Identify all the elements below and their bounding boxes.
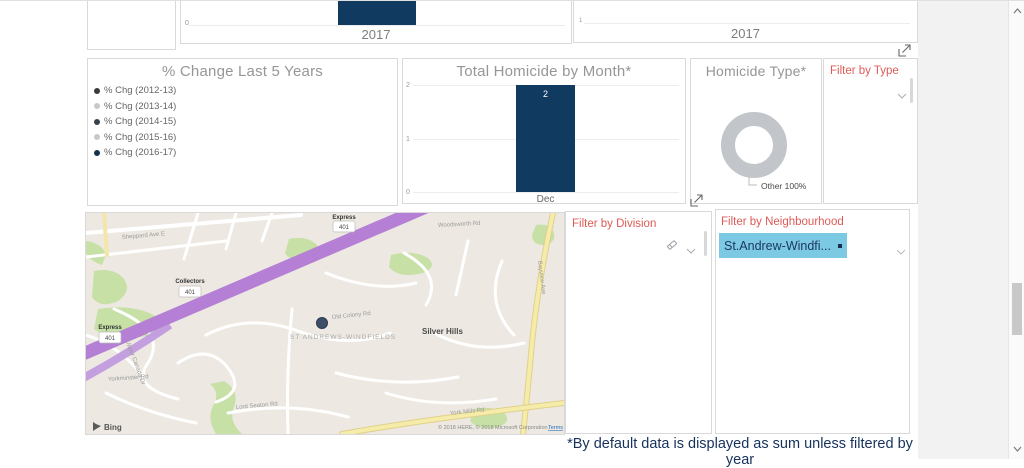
- shield-number: 401: [185, 290, 196, 296]
- x-axis-label: Dec: [516, 194, 575, 205]
- top-right-chart-panel: 1 2017: [573, 1, 918, 43]
- chart-title: Total Homicide by Month*: [403, 59, 685, 80]
- map-panel: Sheppard Ave E Woodsworth Rd Old Colony …: [85, 212, 565, 435]
- bar-2017[interactable]: [338, 1, 416, 25]
- shield-road-label: Express: [332, 215, 356, 221]
- top-left-stub-panel: [87, 1, 176, 50]
- y-tick: 0: [406, 189, 410, 196]
- footer-note: *By default data is displayed as sum unl…: [565, 436, 915, 468]
- slicer-scrollbar[interactable]: [704, 231, 707, 256]
- legend-item[interactable]: % Chg (2015-16): [88, 130, 397, 146]
- shield-road-label: Collectors: [175, 279, 205, 285]
- filter-by-neighbourhood-panel: Filter by Neighbourhood St.Andrew-Windfi…: [715, 209, 910, 434]
- right-margin: [918, 1, 1008, 459]
- legend-item[interactable]: % Chg (2014-15): [88, 114, 397, 130]
- pct-change-panel: % Change Last 5 Years % Chg (2012-13) % …: [87, 58, 398, 206]
- legend-bullet-icon: [94, 150, 100, 156]
- x-axis-label: 2017: [181, 27, 571, 42]
- legend-label: % Chg (2016-17): [104, 147, 176, 158]
- scroll-down-icon[interactable]: [1009, 441, 1024, 457]
- chevron-down-icon[interactable]: [897, 86, 907, 104]
- chart-title: % Change Last 5 Years: [88, 59, 397, 80]
- legend-label: % Chg (2015-16): [104, 132, 176, 143]
- donut-chart[interactable]: [691, 87, 821, 187]
- focus-mode-icon[interactable]: [689, 193, 705, 209]
- homicide-type-panel: Homicide Type* Other 100%: [690, 58, 822, 204]
- chevron-down-icon[interactable]: [896, 242, 906, 260]
- vertical-scrollbar[interactable]: [1008, 1, 1024, 459]
- legend-item[interactable]: % Chg (2012-13): [88, 83, 397, 99]
- legend-item[interactable]: % Chg (2016-17): [88, 145, 397, 161]
- legend-bullet-icon: [94, 103, 100, 109]
- bing-wordmark: Bing: [104, 423, 122, 432]
- map-terms-link[interactable]: Terms: [548, 425, 563, 431]
- bing-map[interactable]: Sheppard Ave E Woodsworth Rd Old Colony …: [86, 213, 564, 434]
- shield-number: 401: [105, 336, 116, 342]
- eraser-icon[interactable]: [666, 238, 678, 256]
- slicer-title: Filter by Division: [566, 212, 711, 230]
- shield-road-label: Express: [98, 325, 122, 331]
- legend: % Chg (2012-13) % Chg (2013-14) % Chg (2…: [88, 83, 397, 161]
- y-tick: 2: [406, 82, 410, 89]
- leader-line: [749, 177, 757, 185]
- homicide-by-month-panel: Total Homicide by Month* 2 1 0 2 Dec: [402, 58, 686, 204]
- district-label: Silver Hills: [422, 327, 463, 336]
- chevron-down-icon[interactable]: [686, 241, 696, 259]
- dashboard-canvas: 0 2017 1 2017 % Change Last 5 Years % Ch…: [0, 0, 1024, 458]
- chart-title: Homicide Type*: [691, 59, 821, 79]
- legend-label: % Chg (2014-15): [104, 116, 176, 127]
- slicer-title: Filter by Type: [824, 59, 917, 77]
- selected-neighbourhood-chip[interactable]: St.Andrew-Windfi...: [719, 233, 847, 258]
- scrollbar-thumb[interactable]: [1012, 283, 1022, 335]
- top-mid-chart-panel: 0 2017: [180, 1, 572, 44]
- map-attribution: © 2018 HERE, © 2018 Microsoft Corporatio…: [438, 424, 548, 431]
- donut-slice-other[interactable]: [728, 119, 780, 171]
- y-tick: 1: [579, 18, 582, 25]
- y-tick: 0: [185, 20, 189, 27]
- legend-label: % Chg (2012-13): [104, 85, 176, 96]
- slicer-title: Filter by Neighbourhood: [716, 210, 909, 228]
- scroll-up-icon[interactable]: [1009, 3, 1024, 19]
- map-marker[interactable]: [317, 318, 328, 329]
- remove-selection-icon[interactable]: [838, 244, 842, 248]
- focus-mode-icon[interactable]: [897, 43, 913, 59]
- selected-value: St.Andrew-Windfi...: [724, 239, 830, 253]
- legend-bullet-icon: [94, 88, 100, 94]
- y-tick: 1: [406, 136, 410, 143]
- legend-bullet-icon: [94, 134, 100, 140]
- legend-bullet-icon: [94, 119, 100, 125]
- shield-number: 401: [339, 225, 350, 231]
- legend-item[interactable]: % Chg (2013-14): [88, 99, 397, 115]
- filter-by-division-panel: Filter by Division: [565, 211, 712, 434]
- legend-label: % Chg (2013-14): [104, 101, 176, 112]
- x-axis-label: 2017: [574, 26, 917, 41]
- slicer-scrollbar[interactable]: [910, 78, 913, 103]
- filter-by-type-panel: Filter by Type: [823, 58, 918, 204]
- bar-data-label: 2: [516, 89, 575, 99]
- slice-label: Other 100%: [761, 181, 806, 191]
- bar-dec[interactable]: 2: [516, 85, 575, 192]
- neighbourhood-label: ST ANDREWS-WINDFIELDS: [290, 334, 396, 341]
